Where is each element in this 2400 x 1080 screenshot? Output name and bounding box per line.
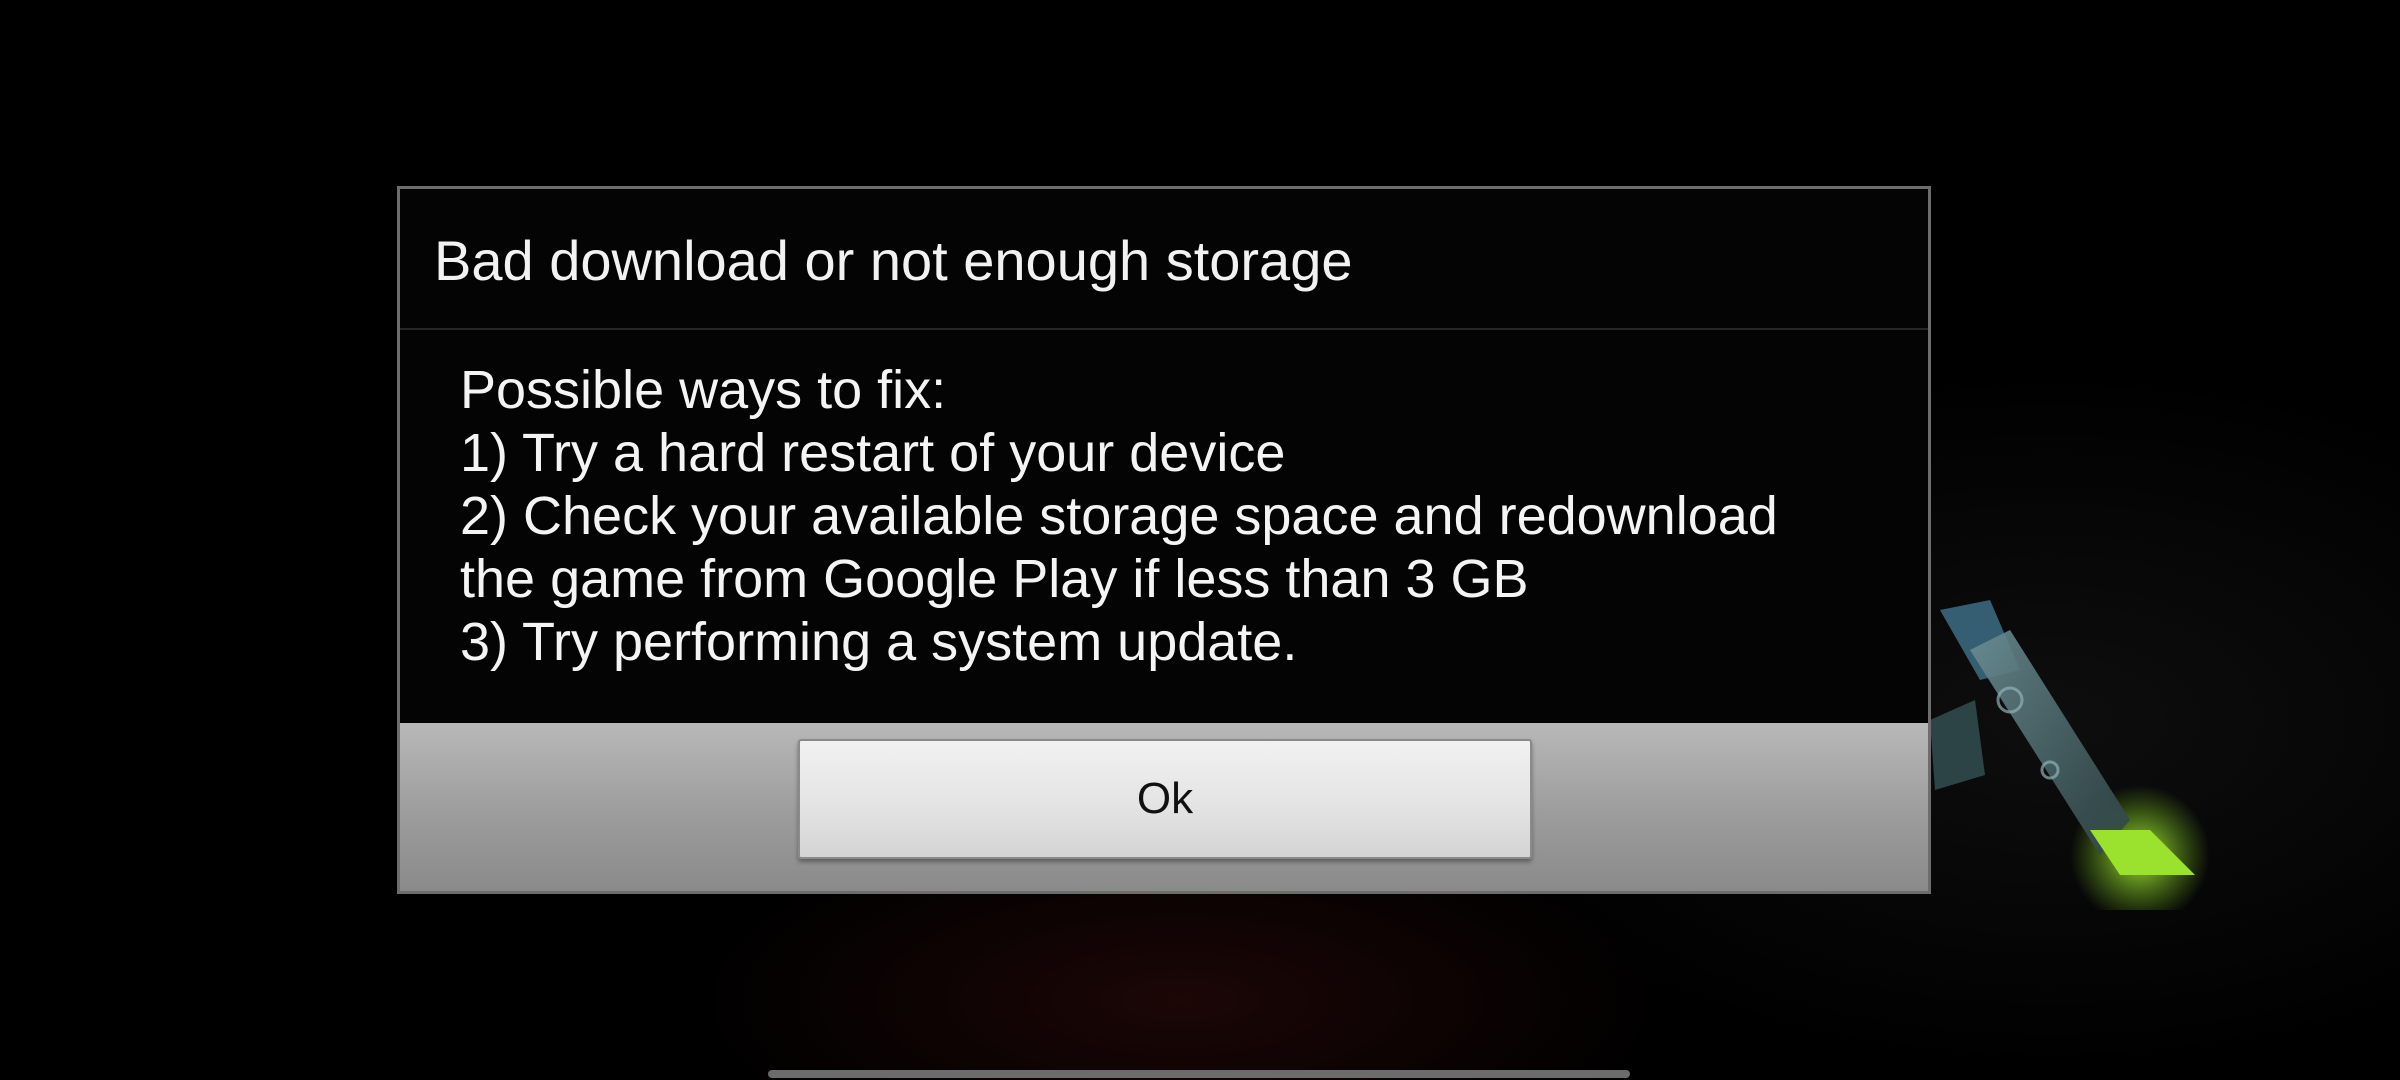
- message-line: Possible ways to fix:: [460, 360, 947, 420]
- home-indicator-bar[interactable]: [768, 1070, 1630, 1078]
- dialog-header: Bad download or not enough storage: [400, 189, 1928, 330]
- message-line: the game from Google Play if less than 3…: [460, 549, 1529, 609]
- ok-button[interactable]: Ok: [798, 739, 1532, 859]
- message-line: 1) Try a hard restart of your device: [460, 423, 1286, 483]
- message-line: 2) Check your available storage space an…: [460, 486, 1778, 546]
- error-dialog: Bad download or not enough storage Possi…: [397, 186, 1931, 894]
- dialog-message: Possible ways to fix: 1) Try a hard rest…: [460, 359, 1900, 674]
- dialog-button-bar: Ok: [400, 723, 1928, 891]
- game-screen: Bad download or not enough storage Possi…: [0, 0, 2400, 1080]
- message-line: 3) Try performing a system update.: [460, 612, 1298, 672]
- dialog-title: Bad download or not enough storage: [434, 229, 1353, 292]
